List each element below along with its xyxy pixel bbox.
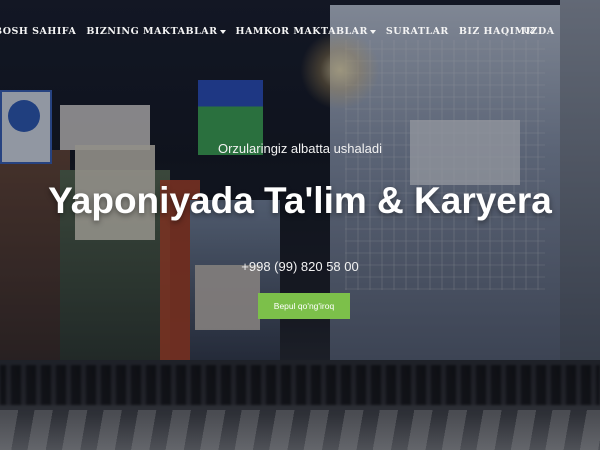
nav-item-suratlar[interactable]: SURATLAR — [386, 26, 449, 37]
hero-phone: +998 (99) 820 58 00 — [241, 259, 359, 274]
nav-item-hamkor-maktablar[interactable]: HAMKOR MAKTABLAR — [236, 26, 376, 37]
nav-item-label: HAMKOR MAKTABLAR — [235, 26, 368, 37]
dark-overlay — [0, 0, 600, 450]
nav-item-bizning-maktablar[interactable]: BIZNING MAKTABLAR — [86, 26, 226, 37]
nav-item-bosh-sahifa[interactable]: BOSH SAHIFA — [0, 26, 76, 37]
chevron-down-icon — [369, 29, 376, 34]
hero-tagline: Orzularingiz albatta ushaladi — [217, 141, 383, 156]
nav-item-label: BOSH SAHIFA — [0, 26, 77, 37]
main-navigation: BOSH SAHIFA BIZNING MAKTABLAR HAMKOR MAK… — [0, 0, 600, 62]
nav-item-label: SURATLAR — [385, 26, 449, 37]
nav-item-label: BIZNING MAKTABLAR — [86, 26, 218, 37]
nav-menu: BOSH SAHIFA BIZNING MAKTABLAR HAMKOR MAK… — [0, 26, 565, 37]
language-switcher[interactable]: UZ — [524, 26, 535, 35]
chevron-down-icon — [219, 29, 226, 34]
nav-item-biz-haqimizda[interactable]: BIZ HAQIMIZDA — [459, 26, 555, 37]
hero-background-image — [0, 0, 600, 450]
free-call-button[interactable]: Bepul qo'ng'iroq — [258, 293, 350, 319]
nav-item-label: BIZ HAQIMIZDA — [458, 26, 555, 37]
hero-title: Yaponiyada Ta'lim & Karyera — [48, 180, 552, 221]
